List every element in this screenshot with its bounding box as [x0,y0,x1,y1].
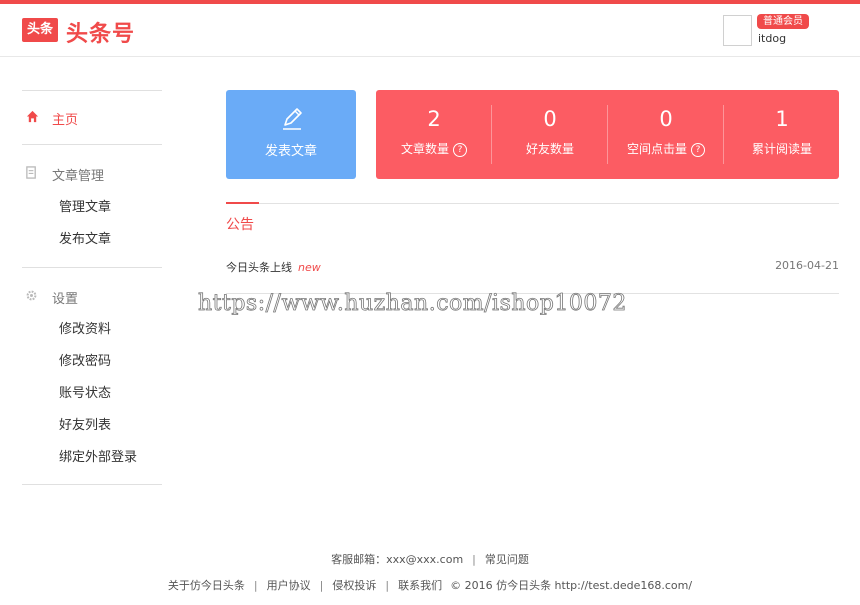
footer-service-email: 客服邮箱：xxx@xxx.com [331,553,464,566]
help-icon[interactable]: ? [453,143,467,157]
watermark: https://www.huzhan.com/ishop10072 [198,291,627,317]
stat-article-count: 2 文章数量? [376,90,492,179]
logo-badge[interactable]: 头条 [22,18,58,42]
sidebar-item-friend-list[interactable]: 好友列表 [59,414,111,433]
stat-label: 累计阅读量 [751,142,812,156]
new-badge: new [298,261,321,274]
logo-text[interactable]: 头条号 [66,16,135,48]
footer-about-link[interactable]: 关于仿今日头条 [168,579,245,592]
notice-title: 公告 [226,217,254,233]
stat-friend-count: 0 好友数量 [492,90,608,179]
sidebar-divider [22,90,162,91]
footer-copyright: © 2016 仿今日头条 http://test.dede168.com/ [450,579,693,592]
document-icon [25,166,39,180]
sidebar-item-edit-profile[interactable]: 修改资料 [59,318,111,337]
stat-value: 0 [659,107,673,131]
gear-icon [25,289,39,303]
help-icon[interactable]: ? [691,143,705,157]
stat-space-clicks: 0 空间点击量? [608,90,724,179]
publish-article-label: 发表文章 [264,144,317,159]
stat-total-reads: 1 累计阅读量 [724,90,840,179]
sidebar-item-publish-article[interactable]: 发布文章 [59,228,111,247]
sidebar-item-label: 主页 [52,113,79,128]
stat-label: 好友数量 [525,142,574,156]
footer-contact-link[interactable]: 联系我们 [398,579,442,592]
footer-line-1: 客服邮箱：xxx@xxx.com | 常见问题 [331,553,529,566]
sidebar-item-change-password[interactable]: 修改密码 [59,350,111,369]
notice-item[interactable]: 今日头条上线 new [226,259,321,275]
header: 头条 头条号 普通会员 itdog [0,4,860,57]
sidebar-item-account-status[interactable]: 账号状态 [59,382,111,401]
sidebar-divider [22,484,162,485]
sidebar-item-bind-external-login[interactable]: 绑定外部登录 [59,446,137,465]
notice-item-text[interactable]: 今日头条上线 [226,261,292,274]
notice-divider [226,203,839,204]
avatar[interactable] [723,15,752,46]
username[interactable]: itdog [758,32,786,45]
stat-value: 0 [543,107,557,131]
footer-line-2: 关于仿今日头条 | 用户协议 | 侵权投诉 | 联系我们 © 2016 仿今日头条 http:… [167,579,693,592]
home-icon [26,110,40,124]
publish-article-card[interactable]: 发表文章 [226,90,356,179]
stat-value: 2 [427,107,441,131]
sidebar-group-label: 文章管理 [52,169,105,184]
pen-icon [279,106,305,132]
footer-terms-link[interactable]: 用户协议 [267,579,311,592]
sidebar-item-manage-articles[interactable]: 管理文章 [59,196,111,215]
stat-value: 1 [775,107,789,131]
notice-item-date: 2016-04-21 [775,259,839,272]
stats-panel: 2 文章数量? 0 好友数量 0 空间点击量? 1 累计阅读量 [376,90,839,179]
sidebar-divider [22,144,162,145]
notice-tab-indicator [226,202,259,204]
member-badge: 普通会员 [757,14,809,29]
stat-label: 文章数量 [400,142,449,156]
sidebar-group-label: 设置 [52,292,79,307]
stat-label: 空间点击量 [626,142,687,156]
footer-complaint-link[interactable]: 侵权投诉 [332,579,376,592]
sidebar-divider [22,267,162,268]
footer-faq-link[interactable]: 常见问题 [485,553,529,566]
